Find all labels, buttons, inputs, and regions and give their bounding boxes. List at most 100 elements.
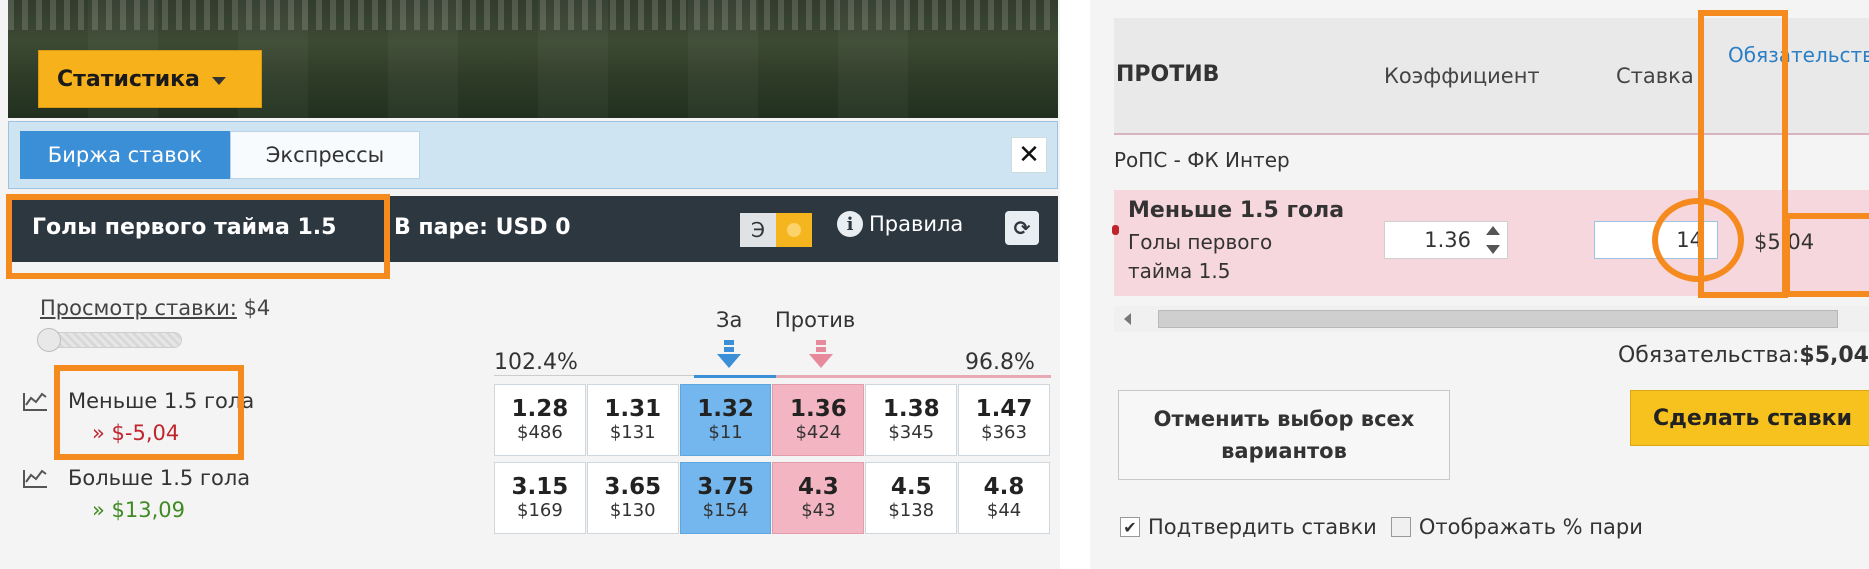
view-bet: Просмотр ставки: $4 [40,296,270,320]
pitch-stripe [838,0,908,118]
slider-handle[interactable] [37,328,61,352]
bet-market: Голы первого тайма 1.5 [1128,230,1273,283]
pair-amount: В паре: USD 0 [394,215,571,240]
runner-row: Больше 1.5 гола » $13,09 [18,460,488,535]
odds-amount: $43 [801,500,836,521]
lay-odds-cell[interactable]: 4.3 $43 [772,462,865,534]
arrow-down-blue-icon [717,340,741,368]
odds-amount: $44 [986,500,1022,521]
odds-cell[interactable]: 4.8 $44 [958,462,1050,534]
chart-icon[interactable] [22,466,48,488]
statistics-button[interactable]: Статистика [38,50,262,108]
bet-slider[interactable] [37,328,182,352]
odds-price: 1.47 [975,396,1033,422]
divider [494,375,694,376]
odds-price: 3.15 [511,474,569,500]
view-bet-value: $4 [243,296,271,320]
odds-cell[interactable]: 1.38 $345 [865,384,958,456]
odds-cell[interactable]: 1.47 $363 [958,384,1050,456]
odds-amount: $138 [888,500,935,521]
caret-down-icon [211,77,226,85]
remove-bet-icon[interactable] [1112,225,1119,235]
place-bets-button[interactable]: Сделать ставки [1630,390,1869,446]
runner-pnl: » $13,09 [92,498,186,522]
event-name: РоПС - ФК Интер [1114,148,1290,172]
scrollbar-thumb[interactable] [1158,310,1838,328]
odds-cell[interactable]: 1.31 $131 [586,384,679,456]
odds-amount: $154 [702,500,749,521]
odds-price: 4.8 [983,474,1025,500]
confirm-checkbox[interactable]: ✔ [1120,517,1140,537]
highlight-box [1784,213,1869,297]
odds-price: 1.28 [511,396,569,422]
rules-label: Правила [869,212,964,236]
odds-stepper[interactable] [1483,226,1503,254]
lay-odds-cell[interactable]: 1.36 $424 [772,384,865,456]
header-against: Против [775,308,856,332]
odds-cell[interactable]: 4.5 $138 [865,462,958,534]
pitch-stripe [538,0,608,118]
horizontal-scrollbar[interactable] [1114,306,1869,332]
e-toggle-button[interactable]: Э [740,213,776,247]
betting-panel: Статистика Биржа ставок Экспрессы ✕ Голы… [0,0,1060,569]
odds-amount: $11 [708,422,743,443]
odds-price: 1.36 [790,396,847,422]
header-for: За [716,308,743,332]
liability-total-label: Обязательства: [1617,343,1800,368]
stadium-background: Статистика [8,0,1058,118]
odds-input[interactable]: 1.36 [1384,221,1508,259]
odds-amount: $169 [517,500,563,521]
odds-amount: $345 [888,422,935,443]
odds-price: 1.31 [604,396,662,422]
arrow-up-icon[interactable] [1486,226,1500,235]
odds-amount: $131 [609,422,656,443]
statistics-label: Статистика [57,66,200,92]
column-against: ПРОТИВ [1116,62,1220,87]
bet-selection: Меньше 1.5 гола [1128,198,1345,223]
liability-total-value: $5,04 [1799,343,1869,368]
lay-divider [776,375,1051,378]
liability-total: Обязательства:$5,04 [1618,343,1869,368]
dot-toggle-button[interactable] [776,213,812,247]
odds-amount: $424 [795,422,842,443]
odds-amount: $130 [609,500,656,521]
scroll-left-icon[interactable] [1124,313,1131,325]
book-percent-back: 102.4% [494,350,578,375]
odds-value: 1.36 [1424,228,1471,252]
odds-cell[interactable]: 3.15 $169 [494,462,586,534]
tab-bar: Биржа ставок Экспрессы ✕ [8,121,1058,189]
options-row: ✔ Подтвердить ставки Отображать % пари [1120,515,1643,539]
odds-price: 1.38 [882,396,940,422]
column-odds: Коэффициент [1384,64,1540,88]
cancel-all-button[interactable]: Отменить выбор всех вариантов [1118,390,1450,480]
odds-amount: $486 [517,422,563,443]
tab-exchange[interactable]: Биржа ставок [20,131,230,179]
tab-express[interactable]: Экспрессы [230,131,420,179]
rules-link[interactable]: i Правила [837,211,963,237]
view-bet-link[interactable]: Просмотр ставки: [40,296,237,320]
chart-icon[interactable] [22,389,48,411]
odds-cell[interactable]: 1.28 $486 [494,384,586,456]
arrow-down-icon[interactable] [1486,245,1500,254]
runner-name: Больше 1.5 гола [68,466,251,490]
odds-price: 1.32 [697,396,754,422]
show-pct-checkbox[interactable] [1390,517,1411,537]
odds-price: 4.3 [798,474,839,500]
info-icon: i [837,211,863,237]
pitch-stripe [688,0,758,118]
close-icon[interactable]: ✕ [1011,137,1047,173]
highlight-box [6,194,390,279]
back-odds-cell[interactable]: 3.75 $154 [679,462,772,534]
back-odds-cell[interactable]: 1.32 $11 [679,384,772,456]
refresh-icon[interactable]: ⟳ [1005,211,1039,245]
confirm-label: Подтвердить ставки [1148,515,1377,539]
arrow-down-pink-icon [809,340,833,368]
odds-price: 3.65 [604,474,662,500]
odds-cell[interactable]: 3.65 $130 [586,462,679,534]
highlight-circle [1652,198,1744,282]
show-pct-label: Отображать % пари [1418,515,1643,539]
odds-row: 1.28 $486 1.31 $131 1.32 $11 1.36 $424 1.38 $345 1… [494,384,1051,456]
odds-row: 3.15 $169 3.65 $130 3.75 $154 4.3 $43 4.5 $138 4.8… [494,462,1051,534]
odds-price: 4.5 [890,474,932,500]
highlight-box [54,365,244,460]
